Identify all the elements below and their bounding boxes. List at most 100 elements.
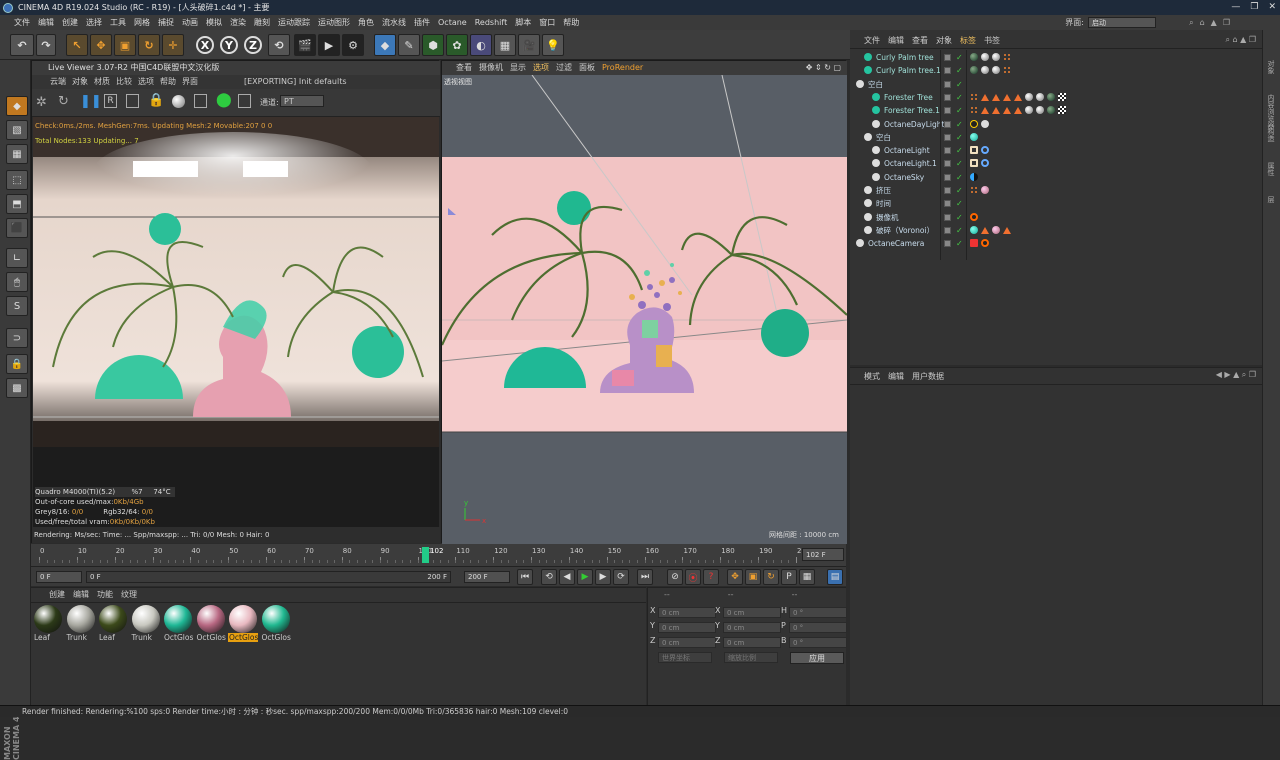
menu-item[interactable]: 窗口: [535, 15, 559, 30]
coordinate-system-icon[interactable]: ⟲: [268, 34, 290, 56]
enable-check-icon[interactable]: ✓: [956, 211, 963, 224]
menu-item[interactable]: 插件: [410, 15, 434, 30]
menu-item[interactable]: 文件: [10, 15, 34, 30]
edges-mode-icon[interactable]: ⬒: [6, 194, 28, 214]
scheme-settings-button[interactable]: ▤: [827, 569, 843, 585]
visibility-toggle-icon[interactable]: [944, 173, 951, 181]
model-mode-icon[interactable]: ◆: [6, 96, 28, 116]
tag-noentry-icon[interactable]: [970, 212, 978, 221]
lock-workplane-icon[interactable]: 🔒: [6, 354, 28, 374]
cube-primitive-icon[interactable]: ◆: [374, 34, 396, 56]
select-tool-icon[interactable]: ↖: [66, 34, 88, 56]
tag-ball-teal-icon[interactable]: [970, 225, 978, 234]
region-render-icon[interactable]: R: [104, 94, 117, 108]
material-swatch[interactable]: Leaf: [98, 605, 128, 645]
tag-triangle-icon[interactable]: [992, 93, 1000, 101]
enable-check-icon[interactable]: ✓: [956, 197, 963, 210]
key-position-button[interactable]: ✥: [727, 569, 743, 585]
material-swatch[interactable]: Leaf: [33, 605, 63, 645]
viewport-menu-item[interactable]: 面板: [579, 61, 595, 75]
previous-frame-button[interactable]: ◀: [559, 569, 575, 585]
tag-triangle-icon[interactable]: [981, 226, 989, 234]
menu-item[interactable]: 雕刻: [250, 15, 274, 30]
tag-sun-icon[interactable]: [970, 119, 978, 128]
render-view-icon[interactable]: 🎬: [294, 34, 316, 56]
object-row[interactable]: Forester Tree ✓: [850, 91, 1262, 104]
layout-dropdown[interactable]: 启动: [1088, 17, 1156, 28]
viewport-menu-item[interactable]: 查看: [456, 61, 472, 75]
deformer-icon[interactable]: ◐: [470, 34, 492, 56]
tag-light-icon[interactable]: [970, 146, 978, 155]
tag-dots-icon[interactable]: [1003, 53, 1011, 61]
coord-value-field[interactable]: 0 cm: [723, 637, 781, 648]
tag-triangle-icon[interactable]: [1003, 93, 1011, 101]
menu-item[interactable]: 运动跟踪: [274, 15, 314, 30]
visibility-toggle-icon[interactable]: [944, 67, 951, 75]
live-viewer-menu-item[interactable]: 比较: [116, 75, 132, 89]
object-name[interactable]: OctaneLight: [884, 144, 930, 157]
object-row[interactable]: 空白 ✓: [850, 131, 1262, 144]
autokey-button[interactable]: ⦿: [685, 569, 701, 585]
object-row[interactable]: Forester Tree.1 ✓: [850, 104, 1262, 117]
minimize-button[interactable]: —: [1231, 0, 1240, 15]
tag-triangle-icon[interactable]: [1014, 107, 1022, 115]
tag-ball-grey-icon[interactable]: [1025, 92, 1033, 101]
object-row[interactable]: 空白 ✓: [850, 78, 1262, 91]
tag-ball-grey-icon[interactable]: [1036, 92, 1044, 101]
live-viewer-menu-item[interactable]: 云端: [50, 75, 66, 89]
undo-button[interactable]: ↶: [10, 34, 34, 56]
enable-check-icon[interactable]: ✓: [956, 237, 963, 250]
coord-value-field[interactable]: 0 cm: [658, 637, 716, 648]
object-row[interactable]: OctaneLight ✓: [850, 144, 1262, 157]
grid-lock-icon[interactable]: ▩: [6, 378, 28, 398]
tag-dots-icon[interactable]: [970, 186, 978, 194]
object-name[interactable]: Forester Tree: [884, 91, 933, 104]
attribute-menu-item[interactable]: 模式: [864, 370, 880, 384]
tag-gear-icon[interactable]: [981, 119, 989, 128]
menu-item[interactable]: 模拟: [202, 15, 226, 30]
end-frame-field[interactable]: 200 F: [464, 571, 510, 583]
object-row[interactable]: Curly Palm tree ✓: [850, 51, 1262, 64]
object-name[interactable]: Curly Palm tree.1: [876, 64, 941, 77]
tag-check-icon[interactable]: [1058, 106, 1066, 115]
material-swatch[interactable]: OctGlos: [196, 605, 226, 645]
tag-triangle-icon[interactable]: [1003, 107, 1011, 115]
live-viewer-menu-item[interactable]: 界面: [182, 75, 198, 89]
coord-value-field[interactable]: 0 cm: [658, 622, 716, 633]
cloner-icon[interactable]: ✿: [446, 34, 468, 56]
visibility-toggle-icon[interactable]: [944, 107, 951, 115]
visibility-toggle-icon[interactable]: [944, 200, 951, 208]
tag-noentry-icon[interactable]: [981, 239, 989, 248]
polygons-mode-icon[interactable]: ⬛: [6, 218, 28, 238]
coord-value-field[interactable]: 0 cm: [723, 607, 781, 618]
pick-focus-icon[interactable]: ⬤: [216, 92, 232, 108]
pause-icon[interactable]: ❚❚: [80, 94, 102, 109]
live-viewer-menu-item[interactable]: 选项: [138, 75, 154, 89]
key-pla-button[interactable]: ▦: [799, 569, 815, 585]
region-icon[interactable]: [126, 94, 139, 108]
attribute-menu-item[interactable]: 编辑: [888, 370, 904, 384]
enable-check-icon[interactable]: ✓: [956, 171, 963, 184]
enable-check-icon[interactable]: ✓: [956, 224, 963, 237]
attribute-nav-icons[interactable]: ◀ ▶ ▲ ⌕ ❐: [1216, 370, 1256, 380]
enable-check-icon[interactable]: ✓: [956, 144, 963, 157]
object-manager-menu-item[interactable]: 对象: [936, 34, 952, 48]
object-manager-menu-item[interactable]: 查看: [912, 34, 928, 48]
object-name[interactable]: OctaneCamera: [868, 237, 924, 250]
playhead[interactable]: [422, 547, 430, 563]
viewport-nav-icons[interactable]: ✥ ⇕ ↻ ▢: [806, 63, 841, 72]
menu-item[interactable]: Redshift: [471, 15, 511, 30]
world-coordinates-dropdown[interactable]: 世界坐标: [658, 652, 712, 663]
menu-item[interactable]: 脚本: [511, 15, 535, 30]
tag-check-icon[interactable]: [1058, 92, 1066, 101]
camera-icon[interactable]: 🎥: [518, 34, 540, 56]
object-row[interactable]: OctaneDayLight ✓: [850, 118, 1262, 131]
menu-item[interactable]: 流水线: [378, 15, 410, 30]
menu-item[interactable]: 创建: [58, 15, 82, 30]
right-tab[interactable]: 属性: [1266, 162, 1276, 176]
go-to-end-button[interactable]: ⏭: [637, 569, 653, 585]
enable-check-icon[interactable]: ✓: [956, 118, 963, 131]
tag-ball-grey-icon[interactable]: [1025, 106, 1033, 115]
enable-check-icon[interactable]: ✓: [956, 184, 963, 197]
floor-icon[interactable]: ▦: [494, 34, 516, 56]
